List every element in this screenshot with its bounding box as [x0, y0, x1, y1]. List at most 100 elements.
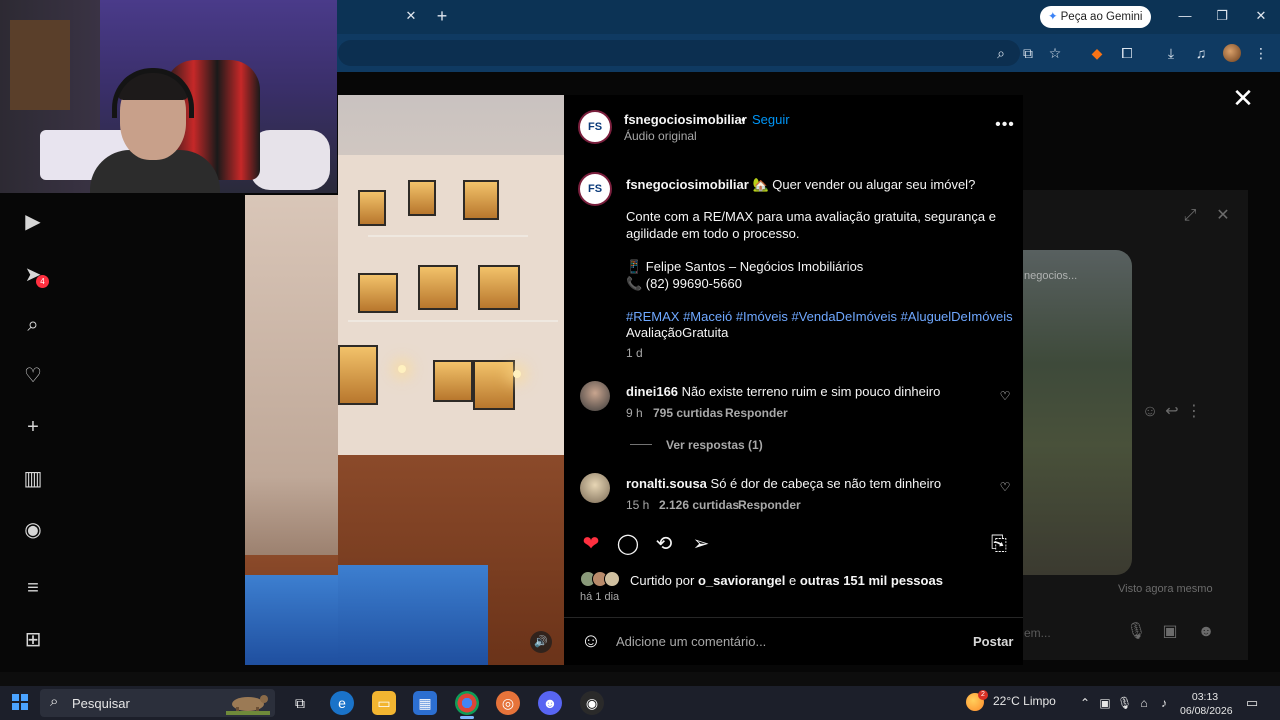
- tray-microphone-icon[interactable]: 🎙: [1117, 696, 1132, 710]
- webcam-overlay: [0, 0, 337, 193]
- windows-start-icon[interactable]: [12, 694, 28, 710]
- profile-avatar[interactable]: [1223, 44, 1241, 62]
- share-send-icon[interactable]: ➢: [689, 532, 713, 556]
- react-emoji-icon[interactable]: ☺: [1140, 402, 1160, 422]
- author-avatar[interactable]: FS: [578, 110, 612, 144]
- expand-icon[interactable]: ⤢: [1180, 206, 1200, 226]
- notification-center-icon[interactable]: ▭: [1244, 695, 1260, 711]
- comment-likes[interactable]: 795 curtidas: [653, 406, 723, 420]
- audio-label[interactable]: Áudio original: [624, 129, 697, 143]
- file-explorer-icon[interactable]: ▭: [372, 691, 396, 715]
- reply-button[interactable]: Responder: [725, 406, 788, 420]
- dashboard-icon[interactable]: ▥: [20, 466, 46, 492]
- comment-bubble-icon[interactable]: ◯: [616, 532, 640, 556]
- store-icon[interactable]: ▦: [413, 691, 437, 715]
- chrome-active-indicator: [460, 716, 474, 719]
- comment-username[interactable]: dinei166: [626, 384, 678, 399]
- weather-badge: 2: [978, 690, 988, 700]
- address-bar[interactable]: [338, 40, 1020, 66]
- search-icon[interactable]: ⌕: [20, 312, 46, 338]
- replies-line: [630, 444, 652, 445]
- follow-button[interactable]: Seguir: [752, 112, 790, 127]
- like-heart-icon[interactable]: ❤: [579, 532, 603, 556]
- liked-by-mid: e: [789, 573, 797, 588]
- shared-reel-thumbnail[interactable]: [1022, 250, 1132, 575]
- caption-time: 1 d: [626, 346, 643, 360]
- search-icon: ⌕: [50, 693, 59, 710]
- maximize-icon[interactable]: ❐: [1207, 6, 1237, 26]
- liked-by-others[interactable]: outras 151 mil pessoas: [800, 573, 943, 588]
- tray-app-icon[interactable]: ▣: [1098, 696, 1112, 710]
- edge-browser-icon[interactable]: e: [330, 691, 354, 715]
- comment-username[interactable]: ronalti.sousa: [626, 476, 707, 491]
- liked-by-user[interactable]: o_saviorangel: [698, 573, 785, 588]
- more-options-icon[interactable]: •••: [995, 117, 1015, 133]
- post-media[interactable]: [338, 95, 564, 665]
- weather-text[interactable]: 22°C Limpo: [993, 694, 1056, 708]
- extensions-puzzle-icon[interactable]: ⧠: [1118, 44, 1136, 62]
- sticker-icon[interactable]: ☻: [1196, 622, 1216, 642]
- bookmark-star-icon[interactable]: ☆: [1046, 44, 1064, 62]
- view-replies-button[interactable]: Ver respostas (1): [666, 438, 763, 452]
- caption-line-3: agilidade em todo o processo.: [626, 226, 800, 241]
- task-view-icon[interactable]: ⧉: [288, 691, 312, 715]
- dot-separator: •: [741, 112, 746, 127]
- comment-like-heart-icon[interactable]: ♡: [998, 389, 1012, 403]
- reply-button[interactable]: Responder: [738, 498, 801, 512]
- menu-icon[interactable]: ≡: [20, 575, 46, 601]
- notifications-heart-icon[interactable]: ♡: [20, 363, 46, 389]
- zoom-icon[interactable]: ⌕: [992, 44, 1010, 62]
- volume-icon[interactable]: ♪: [1157, 696, 1171, 710]
- caption-username[interactable]: fsnegociosimobiliar: [626, 177, 749, 192]
- audio-mute-button[interactable]: 🔊: [530, 631, 552, 653]
- reels-icon[interactable]: ▶: [20, 209, 46, 235]
- comment-avatar[interactable]: [580, 381, 610, 411]
- post-date: há 1 dia: [580, 591, 620, 603]
- contact-name: 📱 Felipe Santos – Negócios Imobiliários: [626, 259, 864, 274]
- caption-avatar[interactable]: FS: [578, 172, 612, 206]
- comment-input[interactable]: Adicione um comentário...: [616, 634, 766, 649]
- gemini-button[interactable]: ✦ Peça ao Gemini: [1040, 6, 1151, 28]
- gemini-spark-icon: ✦: [1048, 11, 1058, 23]
- emoji-icon[interactable]: ☺: [580, 630, 602, 652]
- repost-icon[interactable]: ⟲: [652, 532, 676, 556]
- install-app-icon[interactable]: ⧉: [1019, 44, 1037, 62]
- reply-icon[interactable]: ↩: [1162, 402, 1182, 422]
- media-controls-icon[interactable]: ♫: [1192, 44, 1210, 62]
- comment-likes[interactable]: 2.126 curtidas: [659, 498, 739, 512]
- comment-text: Só é dor de cabeça se não tem dinheiro: [710, 476, 942, 491]
- app-orange-icon[interactable]: ◎: [496, 691, 520, 715]
- save-bookmark-icon[interactable]: ⎘: [987, 532, 1011, 556]
- minimize-icon[interactable]: —: [1170, 6, 1200, 26]
- create-plus-icon[interactable]: +: [20, 414, 46, 440]
- microphone-icon[interactable]: 🎙: [1126, 622, 1146, 642]
- panel-divider: [564, 617, 1023, 618]
- window-close-icon[interactable]: ✕: [1246, 6, 1276, 26]
- browser-menu-icon[interactable]: ⋮: [1252, 44, 1270, 62]
- new-tab-button[interactable]: +: [433, 6, 451, 26]
- threads-icon[interactable]: ◉: [20, 517, 46, 543]
- extension-orange-icon[interactable]: ◆: [1088, 44, 1106, 62]
- downloads-icon[interactable]: ⤓: [1162, 44, 1180, 62]
- author-username[interactable]: fsnegociosimobiliar: [624, 112, 747, 127]
- taskbar-clock[interactable]: 03:13 06/08/2026: [1180, 690, 1233, 718]
- network-icon[interactable]: ⌂: [1137, 696, 1151, 710]
- chrome-icon[interactable]: [455, 691, 479, 715]
- image-icon[interactable]: ▣: [1160, 622, 1180, 642]
- apps-grid-icon[interactable]: ⊞: [20, 627, 46, 653]
- more-options-icon[interactable]: ⋮: [1184, 402, 1204, 422]
- tray-chevron-icon[interactable]: ⌃: [1078, 696, 1092, 710]
- obs-recording-icon[interactable]: ◉: [580, 691, 604, 715]
- message-input-placeholder[interactable]: em...: [1024, 626, 1051, 640]
- close-modal-icon[interactable]: ✕: [1231, 85, 1255, 111]
- comment-like-heart-icon[interactable]: ♡: [998, 480, 1012, 494]
- comment-avatar[interactable]: [580, 473, 610, 503]
- chat-close-icon[interactable]: ✕: [1213, 206, 1233, 226]
- taskbar-gap: [0, 672, 1280, 686]
- caption-hashtags[interactable]: #REMAX #Maceió #Imóveis #VendaDeImóveis …: [626, 308, 1016, 325]
- tab-close-icon[interactable]: ✕: [403, 8, 419, 24]
- clock-time: 03:13: [1191, 691, 1219, 703]
- seen-status: Visto agora mesmo: [1118, 583, 1213, 595]
- post-comment-button[interactable]: Postar: [973, 634, 1013, 649]
- discord-icon[interactable]: ☻: [538, 691, 562, 715]
